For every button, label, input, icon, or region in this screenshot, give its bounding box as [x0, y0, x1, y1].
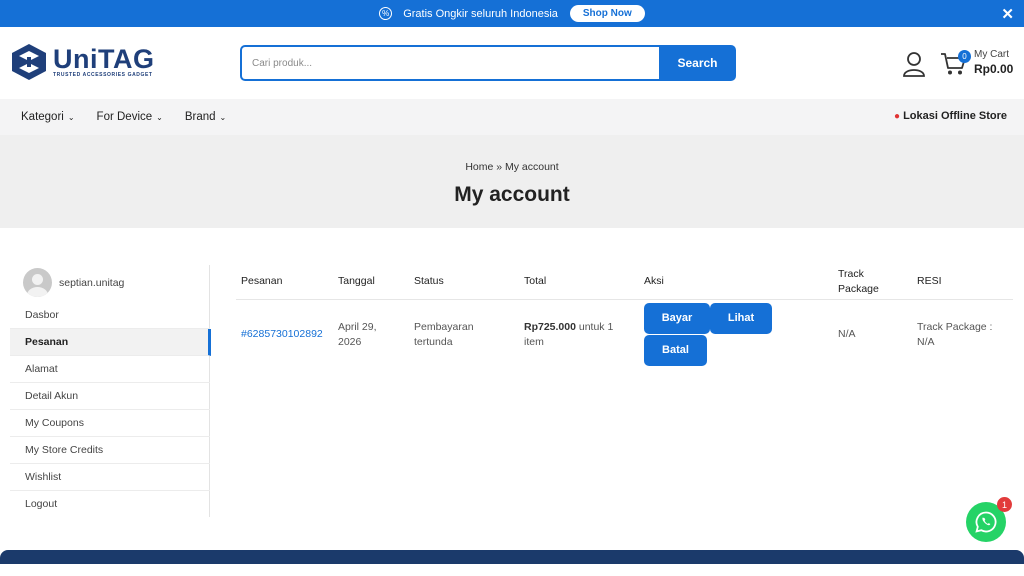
offline-store-link[interactable]: ● Lokasi Offline Store [894, 110, 1007, 122]
username: septian.unitag [59, 276, 125, 289]
chevron-down-icon: ⌄ [156, 112, 163, 122]
view-button[interactable]: Lihat [710, 303, 772, 334]
logo-tagline: TRUSTED ACCESSORIES GADGET [53, 72, 153, 78]
order-number-link[interactable]: #6285730102892 [241, 328, 323, 340]
nav-item-for-device[interactable]: For Device ⌄ [97, 111, 163, 123]
nav-item-brand[interactable]: Brand ⌄ [185, 111, 226, 123]
close-icon[interactable]: ✕ [1001, 5, 1014, 23]
column-header-date: Tanggal [338, 275, 375, 287]
column-header-resi: RESI [917, 275, 942, 287]
search-button[interactable]: Search [659, 45, 736, 81]
account-sidebar: septian.unitag Dasbor Pesanan Alamat Det… [10, 265, 211, 518]
logo[interactable]: UniTAG TRUSTED ACCESSORIES GADGET [11, 43, 154, 81]
resi-value: Track Package : N/A [917, 321, 993, 348]
column-header-actions: Aksi [644, 275, 664, 287]
logo-wordmark: UniTAG [53, 44, 155, 74]
orders-table: Pesanan Tanggal Status Total Aksi Track … [236, 264, 1013, 372]
promo-text: Gratis Ongkir seluruh Indonesia [403, 7, 558, 20]
logo-mark-icon [12, 44, 46, 80]
search-bar: Search [240, 45, 736, 81]
shop-now-button[interactable]: Shop Now [569, 5, 645, 22]
cart-total: Rp0.00 [974, 62, 1014, 76]
table-row: #6285730102892 April 29, 2026 Pembayaran… [236, 300, 1013, 372]
nav-item-label: For Device [96, 111, 153, 123]
sidebar-item-store-credits[interactable]: My Store Credits [10, 437, 210, 464]
search-input[interactable] [240, 45, 659, 81]
whatsapp-icon [975, 511, 997, 533]
notification-badge: 1 [997, 497, 1012, 512]
cart-label: My Cart [974, 49, 1009, 60]
sidebar-item-pesanan[interactable]: Pesanan [10, 329, 211, 356]
main-nav: Kategori ⌄ For Device ⌄ Brand ⌄ ● Lokasi… [0, 99, 1024, 135]
sidebar-item-alamat[interactable]: Alamat [10, 356, 210, 383]
order-total: Rp725.000 untuk 1 item [524, 320, 620, 350]
footer-strip [0, 550, 1024, 564]
sidebar-item-dasbor[interactable]: Dasbor [10, 302, 210, 329]
site-header: UniTAG TRUSTED ACCESSORIES GADGET Search… [0, 27, 1024, 99]
track-package-value: N/A [838, 328, 856, 340]
sidebar-item-logout[interactable]: Logout [10, 491, 210, 518]
table-header: Pesanan Tanggal Status Total Aksi Track … [236, 264, 1013, 300]
user-account-icon[interactable] [902, 51, 926, 77]
avatar [23, 268, 52, 297]
account-menu: Dasbor Pesanan Alamat Detail Akun My Cou… [10, 302, 211, 518]
order-date: April 29, 2026 [338, 321, 377, 348]
profile: septian.unitag [23, 268, 124, 297]
map-pin-icon: ● [894, 110, 901, 122]
chevron-down-icon: ⌄ [219, 112, 227, 122]
sidebar-item-wishlist[interactable]: Wishlist [10, 464, 210, 491]
column-header-total: Total [524, 275, 547, 287]
nav-item-kategori[interactable]: Kategori ⌄ [21, 111, 75, 123]
nav-item-label: Brand [184, 111, 216, 123]
mini-cart[interactable]: 0 My Cart Rp0.00 [940, 47, 1020, 81]
chevron-down-icon: ⌄ [67, 112, 75, 122]
order-total-amount: Rp725.000 [524, 321, 576, 333]
column-header-order: Pesanan [241, 275, 283, 287]
column-header-status: Status [414, 275, 444, 287]
column-header-track: Track Package [838, 268, 879, 295]
promo-bar: % Gratis Ongkir seluruh Indonesia Shop N… [0, 0, 1024, 27]
pay-button[interactable]: Bayar [644, 303, 710, 334]
offline-store-label: Lokasi Offline Store [903, 110, 1007, 122]
cart-count-badge: 0 [958, 50, 971, 63]
cancel-button[interactable]: Batal [644, 335, 707, 366]
order-status: Pembayaran tertunda [414, 321, 474, 348]
sidebar-item-detail-akun[interactable]: Detail Akun [10, 383, 210, 410]
nav-item-label: Kategori [21, 111, 64, 123]
breadcrumb: Home » My account [465, 161, 559, 173]
sidebar-item-my-coupons[interactable]: My Coupons [10, 410, 210, 437]
page-hero: Home » My account My account [0, 135, 1024, 228]
discount-icon: % [379, 7, 393, 20]
page-title: My account [454, 183, 570, 206]
